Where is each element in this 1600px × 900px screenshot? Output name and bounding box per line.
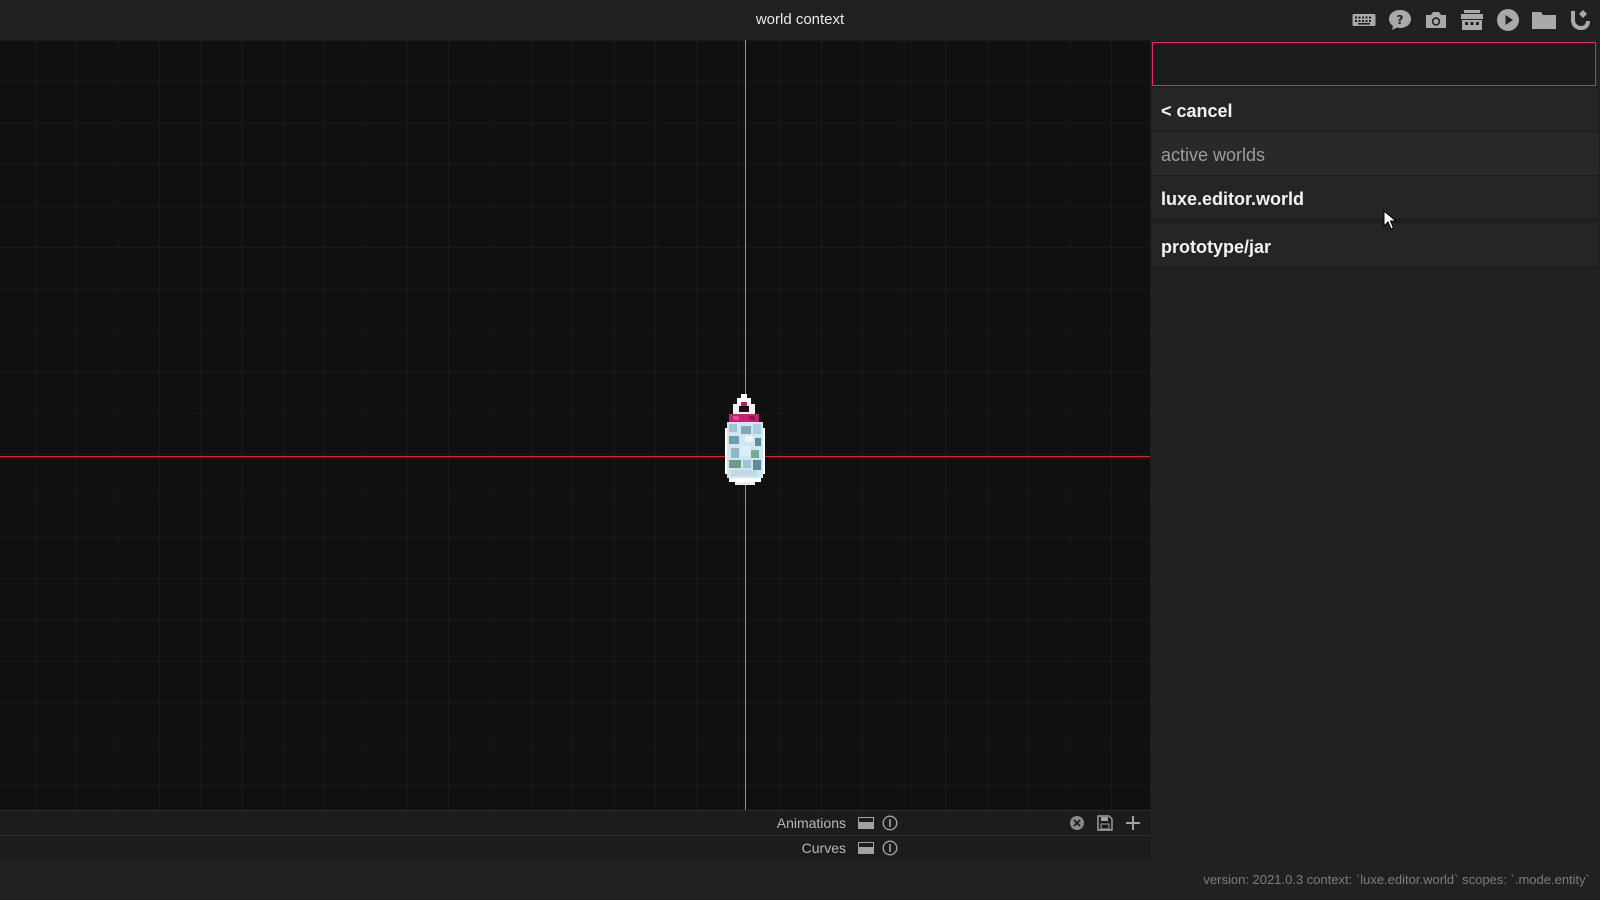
status-bar: version: 2021.0.3 context: `luxe.editor.… [0,860,1600,900]
help-icon[interactable]: ? [1386,5,1414,35]
mouse-cursor-icon [1383,210,1397,230]
save-icon[interactable] [1097,815,1113,831]
world-search-input[interactable] [1152,42,1596,86]
panel-toggle-icon[interactable] [858,815,874,831]
animations-label: Animations [776,815,846,831]
world-item-luxe-editor-world[interactable]: luxe.editor.world [1152,176,1598,220]
toolbar: ? [1350,5,1594,35]
close-icon[interactable] [1069,815,1085,831]
luxe-logo-icon[interactable] [1566,5,1594,35]
panel-toggle-icon[interactable] [858,840,874,856]
cancel-button[interactable]: < cancel [1152,88,1598,132]
info-icon[interactable] [882,840,898,856]
world-context-panel: < cancel active worlds luxe.editor.world… [1152,40,1600,860]
jar-sprite[interactable] [721,392,771,492]
status-text: version: 2021.0.3 context: `luxe.editor.… [1203,872,1590,887]
svg-text:?: ? [1397,13,1404,27]
camera-icon[interactable] [1422,5,1450,35]
folder-icon[interactable] [1530,5,1558,35]
x-axis-line [0,456,1150,457]
curves-track: Curves [0,835,1150,860]
play-icon[interactable] [1494,5,1522,35]
animations-track: Animations [0,810,1150,835]
world-item-prototype-jar[interactable]: prototype/jar [1152,224,1598,268]
active-worlds-header: active worlds [1152,132,1598,176]
keyboard-icon[interactable] [1350,5,1378,35]
scene-viewport[interactable] [0,40,1150,810]
info-icon[interactable] [882,815,898,831]
curves-label: Curves [801,840,846,856]
add-icon[interactable] [1125,815,1141,831]
top-bar: world context ? [0,0,1600,40]
toolbox-icon[interactable] [1458,5,1486,35]
